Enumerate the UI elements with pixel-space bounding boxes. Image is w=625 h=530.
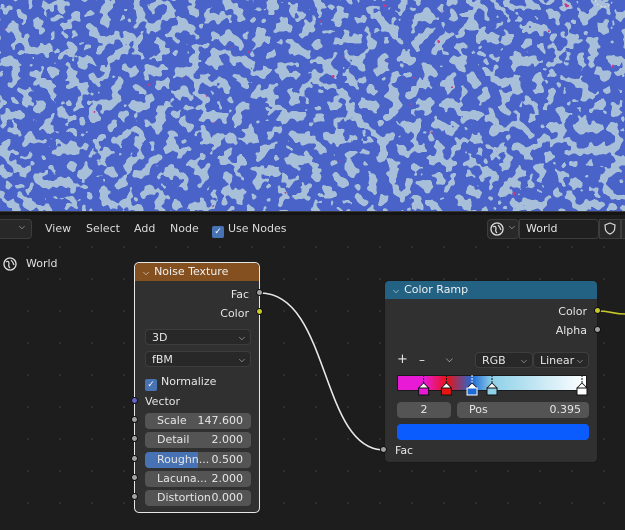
noise-texture-node[interactable]: ⌵ Noise Texture Fac Color 3D ⌵ fBM ⌵ ✓ Nor…: [134, 262, 260, 513]
dimensions-dropdown[interactable]: 3D ⌵: [145, 329, 251, 345]
dimensions-value: 3D: [152, 331, 168, 344]
active-stop-color-swatch[interactable]: [397, 424, 589, 440]
collapse-chevron-icon[interactable]: ⌵: [143, 268, 149, 277]
interpolation-value: Linear: [540, 354, 575, 367]
node-title: Noise Texture: [154, 265, 229, 278]
color-stop-marker[interactable]: [417, 375, 430, 396]
node-header[interactable]: ⌵ Noise Texture: [135, 263, 259, 281]
link-color-out: [597, 310, 625, 315]
field-label: Scale: [157, 414, 187, 427]
input-fac-label: Fac: [395, 444, 414, 457]
field-value: 147.600: [197, 414, 244, 427]
output-color-label: Color: [220, 307, 249, 320]
input-vector-socket[interactable]: [131, 397, 138, 404]
color-stop-marker[interactable]: [576, 375, 588, 396]
field-label: Pos: [469, 403, 488, 416]
interpolation-dropdown[interactable]: Linear ⌵: [533, 352, 589, 368]
link-fac-to-fac-line: [259, 292, 385, 451]
color-stop-marker[interactable]: [466, 375, 479, 396]
field-label: Distortion: [157, 491, 211, 504]
input-scale-socket[interactable]: [131, 416, 138, 423]
remove-stop-button[interactable]: –: [419, 351, 425, 369]
field-value: 0.000: [211, 491, 244, 504]
lacunarity-field[interactable]: Lacuna... 2.000: [145, 471, 251, 487]
noise-type-value: fBM: [152, 353, 173, 366]
normalize-label: Normalize: [161, 375, 217, 388]
normalize-checkbox[interactable]: ✓ Normalize: [145, 373, 216, 391]
detail-field[interactable]: Detail 2.000: [145, 432, 251, 448]
color-ramp-node[interactable]: ⌵ Color Ramp Color Alpha + – ⌵ RGB ⌵ Line…: [384, 280, 598, 463]
output-alpha-label: Alpha: [555, 324, 587, 337]
field-value: 2: [420, 403, 428, 416]
input-roughness-socket[interactable]: [131, 455, 138, 462]
noise-type-dropdown[interactable]: fBM ⌵: [145, 351, 251, 367]
field-label: Lacuna...: [157, 472, 208, 485]
color-ramp-stops[interactable]: [397, 375, 588, 396]
chevron-down-icon: ⌵: [576, 356, 583, 365]
input-distortion-socket[interactable]: [131, 493, 138, 500]
chevron-down-icon: ⌵: [238, 333, 245, 342]
color-mode-dropdown[interactable]: RGB ⌵: [475, 352, 533, 368]
checkbox-checked-icon: ✓: [145, 379, 157, 391]
chevron-down-icon: ⌵: [520, 356, 527, 365]
node-title: Color Ramp: [404, 283, 469, 296]
ramp-specials-chevron-icon[interactable]: ⌵: [446, 351, 453, 369]
scale-field[interactable]: Scale 147.600: [145, 413, 251, 429]
field-value: 0.395: [549, 403, 582, 416]
color-stop-marker[interactable]: [440, 375, 453, 396]
output-color-label: Color: [558, 305, 587, 318]
output-color-socket[interactable]: [594, 307, 601, 314]
add-stop-button[interactable]: +: [397, 351, 408, 369]
input-fac-socket[interactable]: [380, 446, 387, 453]
stop-position-field[interactable]: Pos 0.395: [457, 402, 589, 418]
field-label: Detail: [157, 433, 190, 446]
field-value: 2.000: [211, 472, 244, 485]
distortion-field[interactable]: Distortion 0.000: [145, 490, 251, 506]
output-color-socket[interactable]: [256, 308, 263, 315]
field-label: Roughn...: [157, 453, 210, 466]
collapse-chevron-icon[interactable]: ⌵: [393, 286, 399, 295]
active-stop-index-field[interactable]: 2: [397, 402, 451, 418]
vector-input-label: Vector: [145, 395, 181, 408]
node-header[interactable]: ⌵ Color Ramp: [385, 281, 597, 299]
input-detail-socket[interactable]: [131, 435, 138, 442]
chevron-down-icon: ⌵: [238, 355, 245, 364]
roughness-slider[interactable]: Roughn... 0.500: [145, 452, 251, 468]
field-value: 2.000: [211, 433, 244, 446]
field-value: 0.500: [211, 453, 244, 466]
output-fac-socket[interactable]: [256, 289, 263, 296]
output-fac-label: Fac: [230, 288, 249, 301]
link-fac-to-fac: [259, 291, 385, 452]
input-lacunarity-socket[interactable]: [131, 474, 138, 481]
color-stop-marker[interactable]: [486, 375, 498, 396]
color-mode-value: RGB: [482, 354, 506, 367]
output-alpha-socket[interactable]: [594, 326, 601, 333]
